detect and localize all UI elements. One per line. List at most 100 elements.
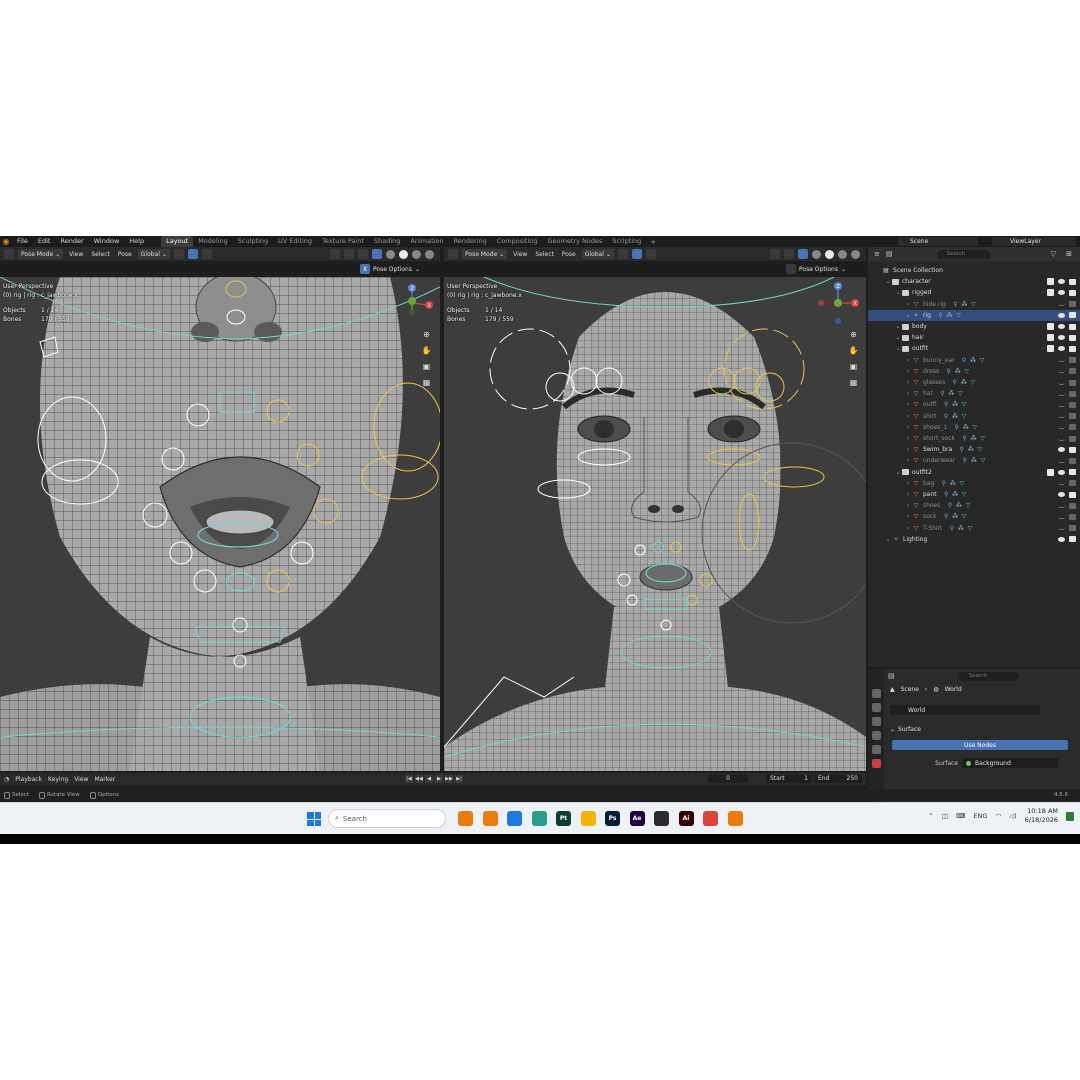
render-camera-icon[interactable]: [1069, 480, 1076, 487]
exclude-checkbox[interactable]: [1047, 345, 1054, 353]
add-workspace-icon[interactable]: +: [646, 238, 660, 246]
outliner-row[interactable]: ⌄ hair: [868, 332, 1080, 343]
workspace-tab-layout[interactable]: Layout: [161, 236, 194, 247]
mesh-data-icon[interactable]: ▽: [958, 480, 965, 487]
mesh-data-icon[interactable]: ▽: [979, 457, 986, 464]
render-camera-icon[interactable]: [1069, 301, 1076, 308]
render-tab-icon[interactable]: [871, 703, 881, 712]
eye-icon[interactable]: [1058, 335, 1065, 341]
modifier-wrench-icon[interactable]: ⚲: [946, 502, 953, 509]
render-camera-icon[interactable]: [1069, 424, 1076, 431]
menu-edit[interactable]: Edit: [33, 236, 56, 247]
workspace-tab-texture-paint[interactable]: Texture Paint: [317, 236, 369, 247]
left-pose-options[interactable]: Pose Options: [373, 266, 412, 273]
vertex-group-icon[interactable]: ⁂: [952, 401, 959, 408]
workspace-tab-geometry-nodes[interactable]: Geometry Nodes: [543, 236, 608, 247]
right-proportional-icon[interactable]: [645, 249, 656, 259]
eye-icon[interactable]: [1058, 515, 1065, 519]
taskbar-clock[interactable]: 10:18 AM 6/18/2026: [1025, 807, 1058, 825]
outliner-row[interactable]: ⌄ rigged: [868, 287, 1080, 298]
mesh-data-icon[interactable]: ▽: [961, 513, 968, 520]
left-pan-hand-icon[interactable]: ✋: [421, 345, 432, 356]
outliner-row[interactable]: ⌄ character: [868, 276, 1080, 287]
expand-chevron-icon[interactable]: ⌄: [894, 469, 902, 476]
tray-security-icon[interactable]: ◫: [942, 812, 948, 820]
scene-selector[interactable]: Scene: [898, 237, 978, 246]
surface-shader-field[interactable]: Background: [962, 758, 1058, 768]
right-zoom-icon[interactable]: ⊕: [848, 329, 859, 340]
left-menu-view[interactable]: View: [67, 251, 85, 258]
right-mode-dropdown[interactable]: Pose Mode ⌄: [462, 249, 508, 259]
eye-icon[interactable]: [1058, 481, 1065, 486]
right-overlay-icon[interactable]: [784, 249, 794, 259]
right-xray-icon[interactable]: [798, 249, 808, 259]
mesh-data-icon[interactable]: ▽: [976, 446, 983, 453]
vertex-group-icon[interactable]: ⁂: [952, 513, 959, 520]
vertex-group-icon[interactable]: ⁂: [970, 357, 977, 364]
modifier-wrench-icon[interactable]: ⚲: [948, 525, 955, 532]
eye-icon[interactable]: [1058, 392, 1065, 396]
eye-icon[interactable]: [1058, 403, 1065, 407]
render-camera-icon[interactable]: [1069, 413, 1076, 420]
render-camera-icon[interactable]: [1069, 502, 1076, 509]
outliner-row[interactable]: ⌄ ✧ Lighting: [868, 534, 1080, 545]
timeline-menu-marker[interactable]: Marker: [94, 776, 115, 783]
next-keyframe-icon[interactable]: ▶▶: [445, 775, 453, 783]
left-3d-viewport[interactable]: User Perspective (0) rig | rig : c_jawbo…: [0, 277, 440, 771]
mesh-data-icon[interactable]: ▽: [963, 368, 970, 375]
workspace-tab-scripting[interactable]: Scripting: [607, 236, 646, 247]
left-xray-icon[interactable]: [372, 249, 382, 259]
outliner-filter-icon[interactable]: ▽: [1051, 250, 1056, 258]
left-shading-material-icon[interactable]: [412, 249, 421, 259]
properties-editor-icon[interactable]: ▤: [888, 672, 895, 680]
render-camera-icon[interactable]: [1069, 435, 1076, 442]
left-navigation-gizmo[interactable]: Z X: [400, 283, 434, 317]
mesh-data-icon[interactable]: ▽: [961, 401, 968, 408]
vertex-group-icon[interactable]: ⁂: [952, 491, 959, 498]
outliner-row[interactable]: ⌄ ✦ rig ⚲ ⁂ ▽: [868, 309, 1080, 321]
ai-app-icon[interactable]: Ai: [678, 811, 694, 826]
outliner-row[interactable]: › ▽ underwear ⚲ ⁂ ▽: [868, 455, 1080, 466]
expand-chevron-icon[interactable]: ›: [904, 390, 912, 397]
eye-icon[interactable]: [1058, 290, 1065, 296]
vertex-group-icon[interactable]: ⁂: [967, 446, 974, 453]
outliner-row[interactable]: ▤ Scene Collection: [868, 265, 1080, 276]
mesh-data-icon[interactable]: ▽: [969, 379, 976, 386]
right-shading-material-icon[interactable]: [838, 249, 847, 259]
expand-chevron-icon[interactable]: ⌄: [894, 345, 902, 352]
outliner-row[interactable]: › ▽ shoes_1 ⚲ ⁂ ▽: [868, 422, 1080, 433]
eye-icon[interactable]: [1058, 492, 1065, 497]
left-pose-options-chevron-icon[interactable]: ⌄: [415, 266, 420, 273]
exclude-checkbox[interactable]: [1047, 468, 1054, 476]
modifier-wrench-icon[interactable]: ⚲: [942, 413, 949, 420]
eye-icon[interactable]: [1058, 346, 1065, 352]
expand-chevron-icon[interactable]: ›: [904, 413, 912, 420]
workspace-tab-sculpting[interactable]: Sculpting: [233, 236, 273, 247]
world-tab-icon[interactable]: [871, 759, 881, 768]
outliner-row[interactable]: ⌄ outfit: [868, 343, 1080, 354]
mesh-data-icon[interactable]: ▽: [966, 525, 973, 532]
workspace-tab-rendering[interactable]: Rendering: [449, 236, 492, 247]
jump-start-icon[interactable]: |◀: [405, 775, 413, 783]
blender-app-icon[interactable]: [458, 811, 473, 826]
play-reverse-icon[interactable]: ◀: [425, 775, 433, 783]
mesh-data-icon[interactable]: ▽: [955, 312, 962, 319]
modifier-wrench-icon[interactable]: ⚲: [943, 491, 950, 498]
right-menu-view[interactable]: View: [511, 251, 529, 258]
explorer-app-icon[interactable]: [580, 811, 596, 826]
outliner-row[interactable]: › ▽ bag ⚲ ⁂ ▽: [868, 478, 1080, 489]
blender-app-3-icon[interactable]: [727, 811, 743, 826]
notification-icon[interactable]: [1066, 811, 1074, 821]
right-pan-hand-icon[interactable]: ✋: [848, 345, 859, 356]
modifier-wrench-icon[interactable]: ⚲: [943, 401, 950, 408]
eye-icon[interactable]: [1058, 279, 1065, 285]
properties-search-input[interactable]: Search: [958, 671, 1019, 681]
modifier-wrench-icon[interactable]: ⚲: [937, 312, 944, 319]
mesh-data-icon[interactable]: ▽: [971, 424, 978, 431]
left-menu-select[interactable]: Select: [89, 251, 112, 258]
outliner-search-input[interactable]: Search: [936, 249, 991, 259]
right-menu-select[interactable]: Select: [533, 251, 556, 258]
left-gizmo-toggle-icon[interactable]: [344, 249, 354, 259]
left-shading-rendered-icon[interactable]: [425, 249, 434, 259]
timeline-menu-keying[interactable]: Keying: [48, 776, 68, 783]
